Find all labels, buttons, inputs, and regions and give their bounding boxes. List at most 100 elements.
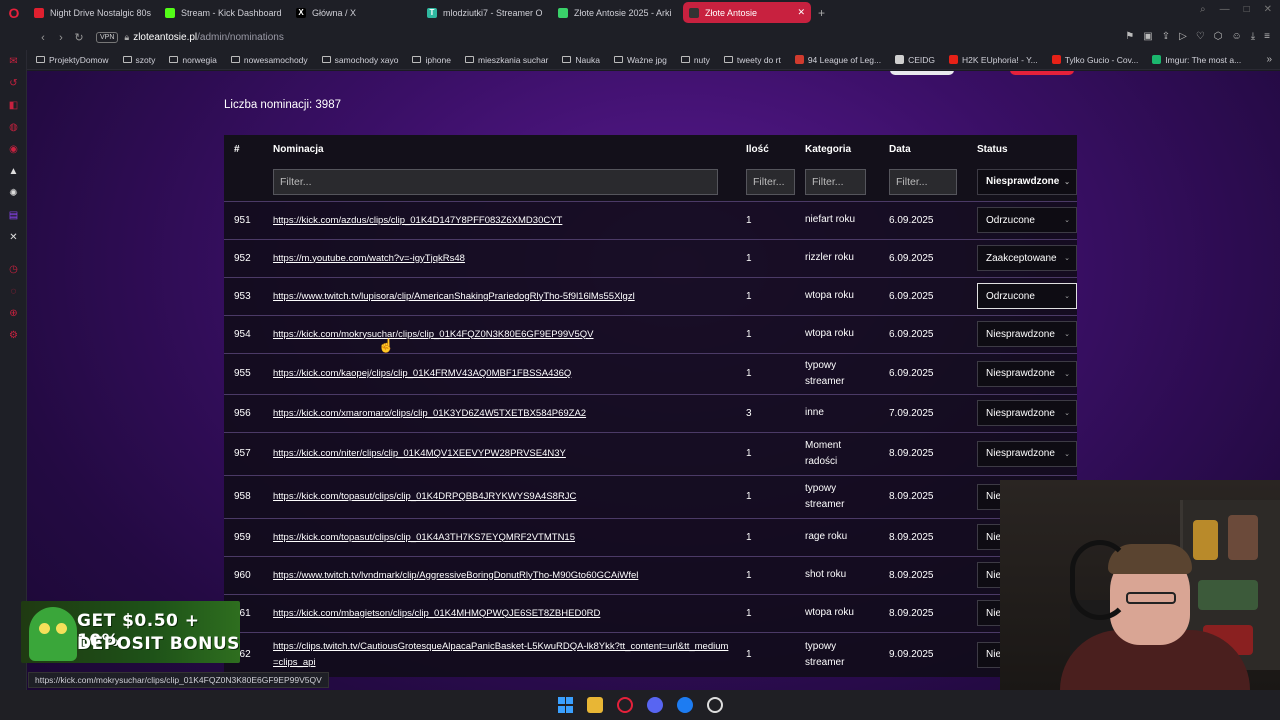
tab-4[interactable]: Złote Antosie 2025 - Arki — [552, 2, 680, 23]
row-number: 960 — [224, 555, 273, 594]
opera-taskbar-icon[interactable] — [617, 697, 633, 713]
player-icon[interactable]: ▷ — [1179, 31, 1187, 42]
menu-icon[interactable]: ≡ — [1264, 31, 1270, 42]
nomination-link[interactable]: https://kick.com/topasut/clips/clip_01K4… — [273, 532, 575, 543]
nomination-link[interactable]: https://www.twitch.tv/lvndmark/clip/Aggr… — [273, 570, 638, 581]
sidebar-extension-icon[interactable]: ⊕ — [0, 302, 27, 324]
obs-icon[interactable] — [707, 697, 723, 713]
forward-icon[interactable]: › — [52, 32, 70, 44]
tab-0[interactable]: Night Drive Nostalgic 80s — [28, 2, 156, 23]
sidebar-wallet-icon[interactable]: ◧ — [0, 94, 27, 116]
share-icon[interactable]: ⇪ — [1162, 31, 1170, 42]
bookmark-item[interactable]: nuty — [680, 55, 710, 65]
nomination-link[interactable]: https://kick.com/mokrysuchar/clips/clip_… — [273, 329, 594, 340]
nomination-link[interactable]: https://kick.com/topasut/clips/clip_01K4… — [273, 491, 576, 502]
tab-2[interactable]: X Główna / X — [290, 2, 418, 23]
close-window-icon[interactable]: ✕ — [1264, 4, 1272, 15]
sidebar-twitch-icon[interactable]: ▤ — [0, 204, 27, 226]
bookmark-icon[interactable]: ⚑ — [1125, 31, 1134, 42]
bookmark-item[interactable]: tweety do rt — [723, 55, 781, 65]
mouse-cursor-icon: ☝ — [378, 338, 395, 353]
filter-qty-input[interactable]: Filter... — [746, 168, 795, 195]
row-category-cell: rage roku — [805, 517, 889, 556]
nomination-link[interactable]: https://kick.com/niter/clips/clip_01K4MQ… — [273, 448, 566, 459]
nomination-link[interactable]: https://kick.com/azdus/clips/clip_01K4D1… — [273, 215, 562, 226]
sidebar-messenger-icon[interactable]: ◍ — [0, 116, 27, 138]
sidebar-chatgpt-icon[interactable]: ✺ — [0, 182, 27, 204]
status-select[interactable]: Odrzucone ⌄ — [977, 207, 1077, 233]
bookmark-item[interactable]: 94 League of Leg... — [794, 54, 882, 65]
nomination-link[interactable]: https://kick.com/xmaromaro/clips/clip_01… — [273, 408, 586, 419]
back-icon[interactable]: ‹ — [34, 32, 52, 44]
minimize-icon[interactable]: — — [1220, 4, 1230, 15]
nomination-link[interactable]: https://www.twitch.tv/lupisora/clip/Amer… — [273, 291, 635, 302]
status-select[interactable]: Niesprawdzone ⌄ — [977, 440, 1077, 467]
discord-icon[interactable] — [647, 697, 663, 713]
promo-banner[interactable]: GET $0.50 + 10% DEPOSIT BONUS — [21, 601, 240, 663]
vpn-badge[interactable]: VPN — [96, 32, 119, 43]
status-select[interactable]: Niesprawdzone ⌄ — [977, 400, 1077, 426]
row-date: 6.09.2025 — [889, 352, 977, 394]
windows-start-icon[interactable] — [557, 697, 573, 713]
sidebar-mail-icon[interactable]: ✉ — [0, 50, 27, 72]
sidebar-history-icon[interactable]: ↺ — [0, 72, 27, 94]
sidebar-pin-icon[interactable]: ◌ — [0, 280, 27, 302]
filter-category-input[interactable]: Filter... — [805, 168, 866, 195]
file-explorer-icon[interactable] — [587, 697, 603, 713]
row-date: 8.09.2025 — [889, 474, 977, 518]
bookmark-item[interactable]: ProjektyDomow — [36, 55, 109, 65]
nomination-link[interactable]: https://kick.com/mbagietson/clips/clip_0… — [273, 608, 600, 619]
sidebar-music-icon[interactable]: ◉ — [0, 138, 27, 160]
bookmark-item[interactable]: CEIDG — [895, 55, 935, 65]
status-select[interactable]: Niesprawdzone ⌄ — [977, 360, 1077, 387]
messenger-icon[interactable] — [677, 697, 693, 713]
new-tab-icon[interactable]: + — [818, 6, 825, 20]
bookmark-item[interactable]: szoty — [122, 55, 155, 65]
header-button-light[interactable] — [890, 71, 954, 75]
sidebar-aria-icon[interactable]: ▲ — [0, 160, 27, 182]
opera-logo-icon[interactable]: O — [0, 0, 28, 25]
maximize-icon[interactable]: □ — [1244, 4, 1250, 15]
bookmark-item[interactable]: Imgur: The most a... — [1152, 55, 1241, 65]
bookmark-label: 94 League of Leg... — [807, 54, 882, 65]
bookmark-item[interactable]: nowesamochody — [230, 55, 308, 65]
tab-5[interactable]: Złote Antosie ✕ — [683, 2, 811, 23]
filter-status-select[interactable]: Niesprawdzone ⌄ — [977, 168, 1077, 195]
heart-icon[interactable]: ♡ — [1196, 31, 1205, 42]
nomination-link[interactable]: https://m.youtube.com/watch?v=-igyTjqkRs… — [273, 253, 465, 264]
extensions-icon[interactable]: ⬡ — [1214, 31, 1223, 42]
bookmarks-more-icon[interactable]: » — [1266, 54, 1272, 65]
tab-3[interactable]: Tmlodziutki7 - Streamer O — [421, 2, 549, 23]
bookmark-item[interactable]: Tylko Gucio - Cov... — [1051, 55, 1138, 65]
bookmark-item[interactable]: iphone — [412, 55, 451, 65]
sidebar-x-icon[interactable]: ✕ — [0, 226, 27, 248]
filter-nomination-input[interactable]: Filter... — [273, 168, 718, 195]
nomination-link[interactable]: https://clips.twitch.tv/CautiousGrotesqu… — [273, 641, 728, 668]
bookmark-item[interactable]: samochody xayo — [321, 55, 398, 65]
sidebar-settings-icon[interactable]: ⚙ — [0, 324, 27, 346]
status-select[interactable]: Niesprawdzone ⌄ — [977, 321, 1077, 347]
bookmark-item[interactable]: norwegia — [169, 55, 217, 65]
bookmark-item[interactable]: Ważne jpg — [613, 55, 667, 65]
search-icon[interactable]: ⌕ — [1200, 4, 1206, 15]
profile-icon[interactable]: ☺ — [1232, 31, 1242, 42]
status-select[interactable]: Odrzucone ⌄ — [977, 283, 1077, 309]
tab-1[interactable]: Stream - Kick Dashboard — [159, 2, 287, 23]
row-category: wtopa roku — [805, 290, 854, 301]
bookmark-item[interactable]: mieszkania suchar — [465, 55, 548, 65]
address-bar: ‹ › ↻ VPN 🔒︎ zloteantosie.pl/admin/nomin… — [0, 25, 1280, 50]
status-select[interactable]: Zaakceptowane ⌄ — [977, 245, 1077, 271]
download-icon[interactable]: ⤓ — [1251, 31, 1255, 42]
nomination-link[interactable]: https://kick.com/kaopej/clips/clip_01K4F… — [273, 368, 571, 379]
reload-icon[interactable]: ↻ — [70, 31, 88, 44]
bookmark-item[interactable]: H2K EUphoria! - Y... — [949, 55, 1038, 65]
sidebar-clock-icon[interactable]: ◷ — [0, 258, 27, 280]
filter-date-input[interactable]: Filter... — [889, 168, 957, 195]
snapshot-icon[interactable]: ▣ — [1143, 31, 1152, 42]
col-header-qty: Ilość — [740, 135, 805, 163]
tab-close-icon[interactable]: ✕ — [797, 7, 805, 18]
row-category: streamer — [805, 375, 845, 387]
header-button-red[interactable] — [1010, 71, 1074, 75]
bookmark-item[interactable]: Nauka — [562, 55, 600, 65]
url-field[interactable]: zloteantosie.pl/admin/nominations — [133, 32, 284, 43]
